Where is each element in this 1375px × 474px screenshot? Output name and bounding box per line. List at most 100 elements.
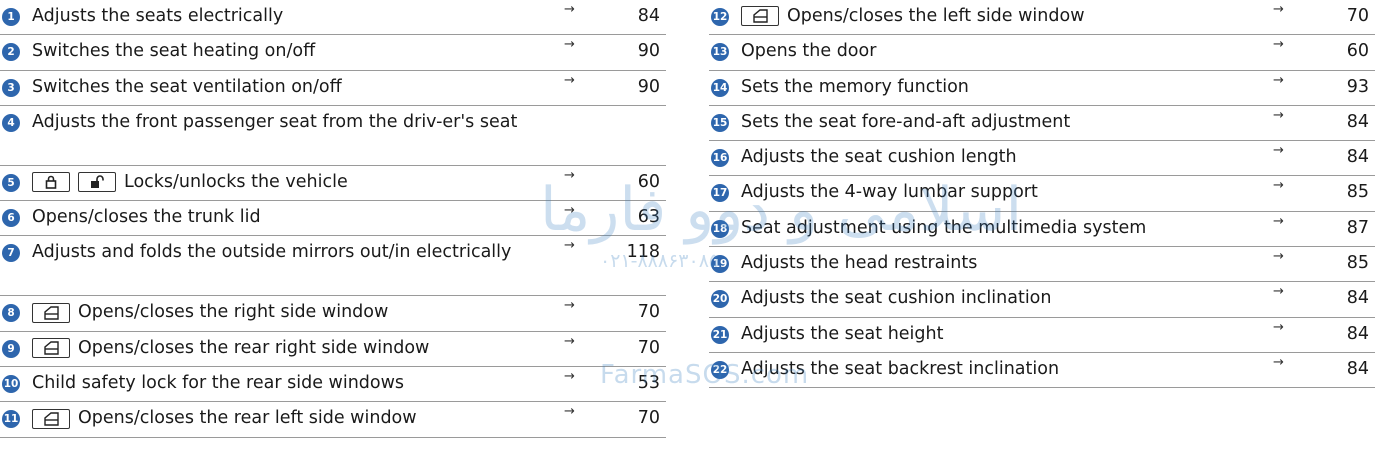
item-number-badge: 5: [2, 173, 20, 192]
page-reference[interactable]: 84: [1347, 147, 1369, 168]
legend-row: 3 Switches the seat ventilation on/off → 90: [0, 71, 666, 106]
item-text: Switches the seat heating on/off: [32, 41, 316, 62]
page-reference[interactable]: 70: [1347, 6, 1369, 27]
legend-row: 2 Switches the seat heating on/off → 90: [0, 35, 666, 71]
reference-arrow: →: [564, 298, 575, 314]
item-text: Opens/closes the left side window: [787, 6, 1085, 26]
item-description: Opens/closes the left side window: [741, 6, 1245, 27]
legend-row: 16 Adjusts the seat cushion length → 84: [709, 141, 1375, 177]
reference-arrow: →: [564, 369, 575, 385]
legend-row: 8 Opens/closes the right side window → 70: [0, 296, 666, 332]
page-reference[interactable]: 60: [1347, 41, 1369, 62]
item-description: Sets the memory function: [741, 77, 1245, 98]
reference-arrow: →: [564, 333, 575, 349]
item-number-badge: 1: [2, 8, 20, 26]
reference-arrow: →: [1273, 2, 1284, 17]
item-text: Opens/closes the rear left side window: [78, 408, 417, 429]
item-description: Adjusts the seat cushion inclination: [741, 288, 1245, 309]
reference-arrow: →: [1273, 319, 1284, 335]
page-reference[interactable]: 70: [638, 408, 660, 429]
item-description: Opens the door: [741, 41, 1245, 62]
page-reference[interactable]: 84: [1347, 359, 1369, 380]
item-text: Opens/closes the trunk lid: [32, 207, 261, 228]
page-reference[interactable]: 87: [1347, 218, 1369, 239]
window-switch-icon: [741, 6, 779, 27]
item-number-badge: 20: [711, 290, 729, 309]
page-reference[interactable]: 90: [638, 77, 660, 98]
item-description: Opens/closes the rear right side window: [32, 338, 536, 359]
item-number-badge: 4: [2, 113, 20, 132]
legend-row: 21 Adjusts the seat height → 84: [709, 318, 1375, 353]
page-reference[interactable]: 84: [638, 6, 660, 27]
page-reference[interactable]: 84: [1347, 288, 1369, 309]
reference-arrow: →: [1273, 249, 1284, 265]
window-switch-icon: [32, 302, 70, 323]
item-text: Adjusts the head restraints: [741, 253, 978, 274]
legend-row: 4 Adjusts the front passenger seat from t…: [0, 106, 666, 166]
item-description: Adjusts and folds the outside mirrors ou…: [32, 242, 536, 263]
item-description: Adjusts the front passenger seat from th…: [32, 112, 536, 133]
legend-row: 7 Adjusts and folds the outside mirrors o…: [0, 236, 666, 297]
legend-row: 11 Opens/closes the rear left side window…: [0, 402, 666, 438]
item-description: Opens/closes the trunk lid: [32, 207, 536, 228]
page-reference[interactable]: 84: [1347, 324, 1369, 345]
item-description: Adjusts the seat backrest inclination: [741, 359, 1245, 380]
legend-row: 10 Child safety lock for the rear side wi…: [0, 367, 666, 403]
reference-arrow: →: [564, 404, 575, 420]
window-switch-icon: [32, 408, 70, 429]
item-text: Adjusts and folds the outside mirrors ou…: [32, 242, 512, 263]
item-number-badge: 9: [2, 339, 20, 358]
item-text: Switches the seat ventilation on/off: [32, 76, 342, 97]
window-switch-icon: [32, 338, 70, 359]
item-description: Switches the seat ventilation on/off: [32, 77, 536, 98]
legend-row: 12 Opens/closes the left side window → 70: [709, 0, 1375, 36]
watermark-site: FarmaSOS.com: [600, 360, 810, 390]
item-number-badge: 8: [2, 304, 20, 323]
page-reference[interactable]: 70: [638, 338, 660, 359]
item-description: Child safety lock for the rear side wind…: [32, 373, 536, 394]
item-text: Adjusts the seat height: [741, 323, 944, 344]
page-reference[interactable]: 90: [638, 41, 660, 62]
item-text: Adjusts the seat cushion inclination: [741, 288, 1052, 309]
item-description: Adjusts the seat cushion length: [741, 147, 1245, 168]
item-number-badge: 6: [2, 209, 20, 228]
item-number-badge: 21: [711, 325, 729, 344]
legend-row: 19 Adjusts the head restraints → 85: [709, 247, 1375, 283]
item-text: Child safety lock for the rear side wind…: [32, 373, 405, 394]
legend-row: 14 Sets the memory function → 93: [709, 71, 1375, 106]
item-description: Sets the seat fore-and-aft adjustment: [741, 112, 1245, 133]
item-text: Adjusts the seats electrically: [32, 6, 284, 26]
item-number-badge: 11: [2, 410, 20, 429]
item-number-badge: 12: [711, 8, 729, 26]
item-number-badge: 2: [2, 43, 20, 62]
unlock-icon: [78, 172, 116, 193]
item-text: Opens/closes the right side window: [78, 302, 389, 323]
item-number-badge: 10: [2, 375, 20, 394]
item-number-badge: 7: [2, 244, 20, 263]
page-reference[interactable]: 84: [1347, 112, 1369, 133]
page-reference[interactable]: 93: [1347, 77, 1369, 98]
reference-arrow: →: [564, 72, 575, 88]
item-description: Adjusts the seats electrically: [32, 6, 536, 27]
item-text: Opens the door: [741, 41, 877, 62]
reference-arrow: →: [1273, 72, 1284, 88]
watermark-phone: ۰۲۱-۸۸۸۶۳۰۸۵: [600, 250, 720, 272]
item-text: Adjusts the seat cushion length: [741, 147, 1017, 168]
item-description: Locks/unlocks the vehicle: [32, 172, 536, 193]
reference-arrow: →: [1273, 107, 1284, 123]
item-number-badge: 14: [711, 78, 729, 97]
item-text: Locks/unlocks the vehicle: [124, 171, 348, 192]
item-description: Opens/closes the rear left side window: [32, 408, 536, 429]
page-reference[interactable]: 85: [1347, 182, 1369, 203]
item-text: Adjusts the front passenger seat from th…: [32, 111, 518, 132]
legend-row: 1 Adjusts the seats electrically → 84: [0, 0, 666, 36]
page-reference[interactable]: 70: [638, 302, 660, 323]
reference-arrow: →: [564, 2, 575, 17]
page-reference[interactable]: 85: [1347, 253, 1369, 274]
item-text: Sets the seat fore-and-aft adjustment: [741, 111, 1071, 132]
item-number-badge: 3: [2, 78, 20, 97]
legend-row: 9 Opens/closes the rear right side window…: [0, 332, 666, 368]
reference-arrow: →: [1273, 37, 1284, 53]
item-number-badge: 16: [711, 149, 729, 168]
legend-row: 15 Sets the seat fore-and-aft adjustment →…: [709, 106, 1375, 142]
